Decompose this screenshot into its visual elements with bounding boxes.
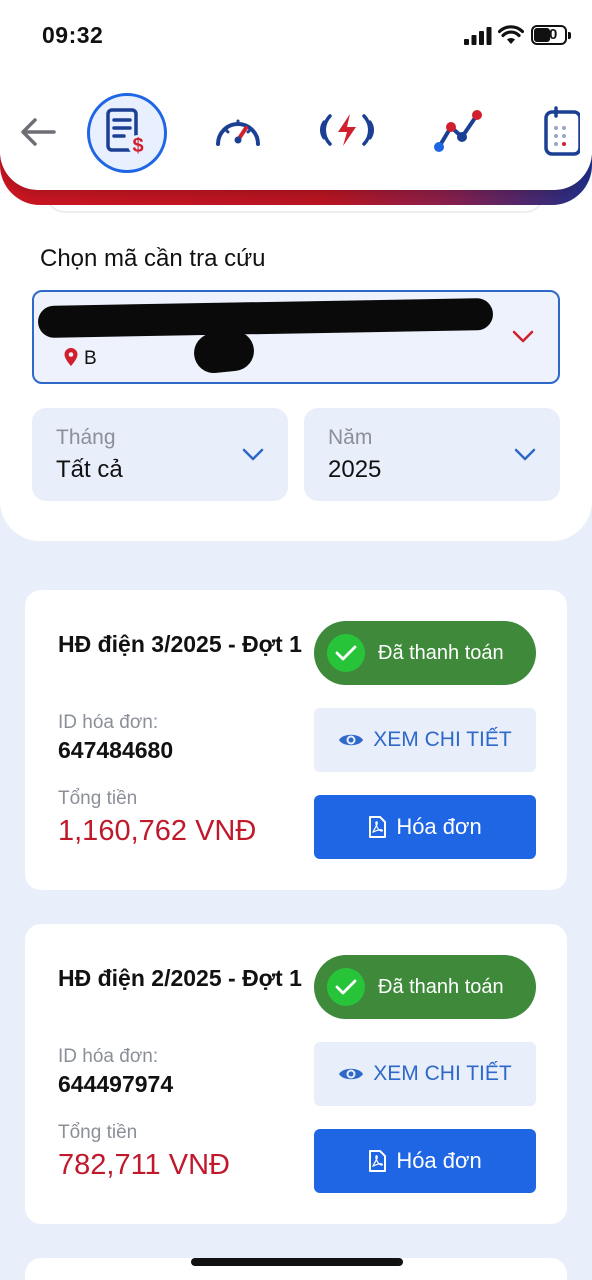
power-lightning-icon xyxy=(320,114,374,146)
status-time: 09:32 xyxy=(42,22,104,48)
lookup-title: Chọn mã cần tra cứu xyxy=(40,245,266,272)
view-details-label: XEM CHI TIẾT xyxy=(373,1062,512,1085)
customer-code-select[interactable]: B xyxy=(32,290,560,384)
nav-tab-power[interactable] xyxy=(320,108,374,152)
battery-indicator: 50 xyxy=(531,25,571,45)
month-label: Tháng xyxy=(56,426,116,449)
trend-chart-icon xyxy=(434,110,482,152)
bill-id-label: ID hóa đơn: xyxy=(58,1046,159,1067)
wifi-icon xyxy=(498,25,524,44)
total-label: Tổng tiền xyxy=(58,788,138,809)
bill-card: HĐ điện 2/2025 - Đợt 1 Đã thanh toán ID … xyxy=(25,924,567,1224)
location-pin-icon xyxy=(64,348,78,366)
invoice-pdf-button[interactable]: Hóa đơn xyxy=(314,795,536,859)
year-select[interactable]: Năm 2025 xyxy=(304,408,560,501)
invoice-label: Hóa đơn xyxy=(396,814,482,839)
chevron-down-icon xyxy=(242,448,264,461)
cellular-signal-icon xyxy=(464,27,492,45)
pdf-file-icon xyxy=(369,816,387,838)
eye-icon xyxy=(339,734,364,746)
year-value: 2025 xyxy=(328,456,382,483)
invoice-pdf-button[interactable]: Hóa đơn xyxy=(314,1129,536,1193)
lookup-panel: Chọn mã cần tra cứu B Tháng Tất cả Năm 2… xyxy=(0,165,592,541)
back-arrow-icon xyxy=(21,118,56,146)
bill-id-value: 647484680 xyxy=(58,737,174,763)
invoice-label: Hóa đơn xyxy=(396,1148,482,1173)
bill-card: HĐ điện 3/2025 - Đợt 1 Đã thanh toán ID … xyxy=(25,590,567,890)
status-bar: 09:32 50 xyxy=(0,0,592,70)
total-label: Tổng tiền xyxy=(58,1122,138,1143)
redacted-address xyxy=(192,328,256,376)
bill-title: HĐ điện 3/2025 - Đợt 1 xyxy=(58,631,302,657)
month-select[interactable]: Tháng Tất cả xyxy=(32,408,288,501)
back-button[interactable] xyxy=(18,112,58,152)
nav-tab-bills[interactable]: $ xyxy=(87,93,167,173)
check-icon xyxy=(335,645,357,661)
bill-id-value: 644497974 xyxy=(58,1071,174,1097)
customer-address: B xyxy=(84,348,97,369)
nav-bar: $ xyxy=(0,60,592,190)
bill-dollar-icon: $ xyxy=(106,108,148,157)
total-amount: 1,160,762 VNĐ xyxy=(58,815,257,847)
nav-tab-consumption[interactable] xyxy=(432,105,484,157)
view-details-button[interactable]: XEM CHI TIẾT xyxy=(314,1042,536,1106)
eye-icon xyxy=(339,1068,364,1080)
status-text: Đã thanh toán xyxy=(378,641,504,664)
redacted-customer-code xyxy=(37,298,494,338)
pdf-file-icon xyxy=(369,1150,387,1172)
status-badge: Đã thanh toán xyxy=(314,955,536,1019)
calendar-icon xyxy=(544,106,580,156)
status-text: Đã thanh toán xyxy=(378,975,504,998)
chevron-down-icon xyxy=(512,330,534,343)
nav-tab-meter[interactable] xyxy=(213,108,263,152)
check-icon xyxy=(335,979,357,995)
year-label: Năm xyxy=(328,426,373,449)
home-indicator[interactable] xyxy=(191,1258,403,1266)
view-details-label: XEM CHI TIẾT xyxy=(373,728,512,751)
month-value: Tất cả xyxy=(56,456,123,483)
view-details-button[interactable]: XEM CHI TIẾT xyxy=(314,708,536,772)
speedometer-icon xyxy=(216,119,260,146)
chevron-down-icon xyxy=(514,448,536,461)
svg-text:$: $ xyxy=(132,135,143,157)
top-navigation: $ xyxy=(0,60,592,205)
bill-title: HĐ điện 2/2025 - Đợt 1 xyxy=(58,965,302,991)
nav-tab-schedule[interactable] xyxy=(540,106,580,158)
total-amount: 782,711 VNĐ xyxy=(58,1149,230,1181)
battery-level: 50 xyxy=(540,26,558,43)
status-badge: Đã thanh toán xyxy=(314,621,536,685)
bill-id-label: ID hóa đơn: xyxy=(58,712,159,733)
